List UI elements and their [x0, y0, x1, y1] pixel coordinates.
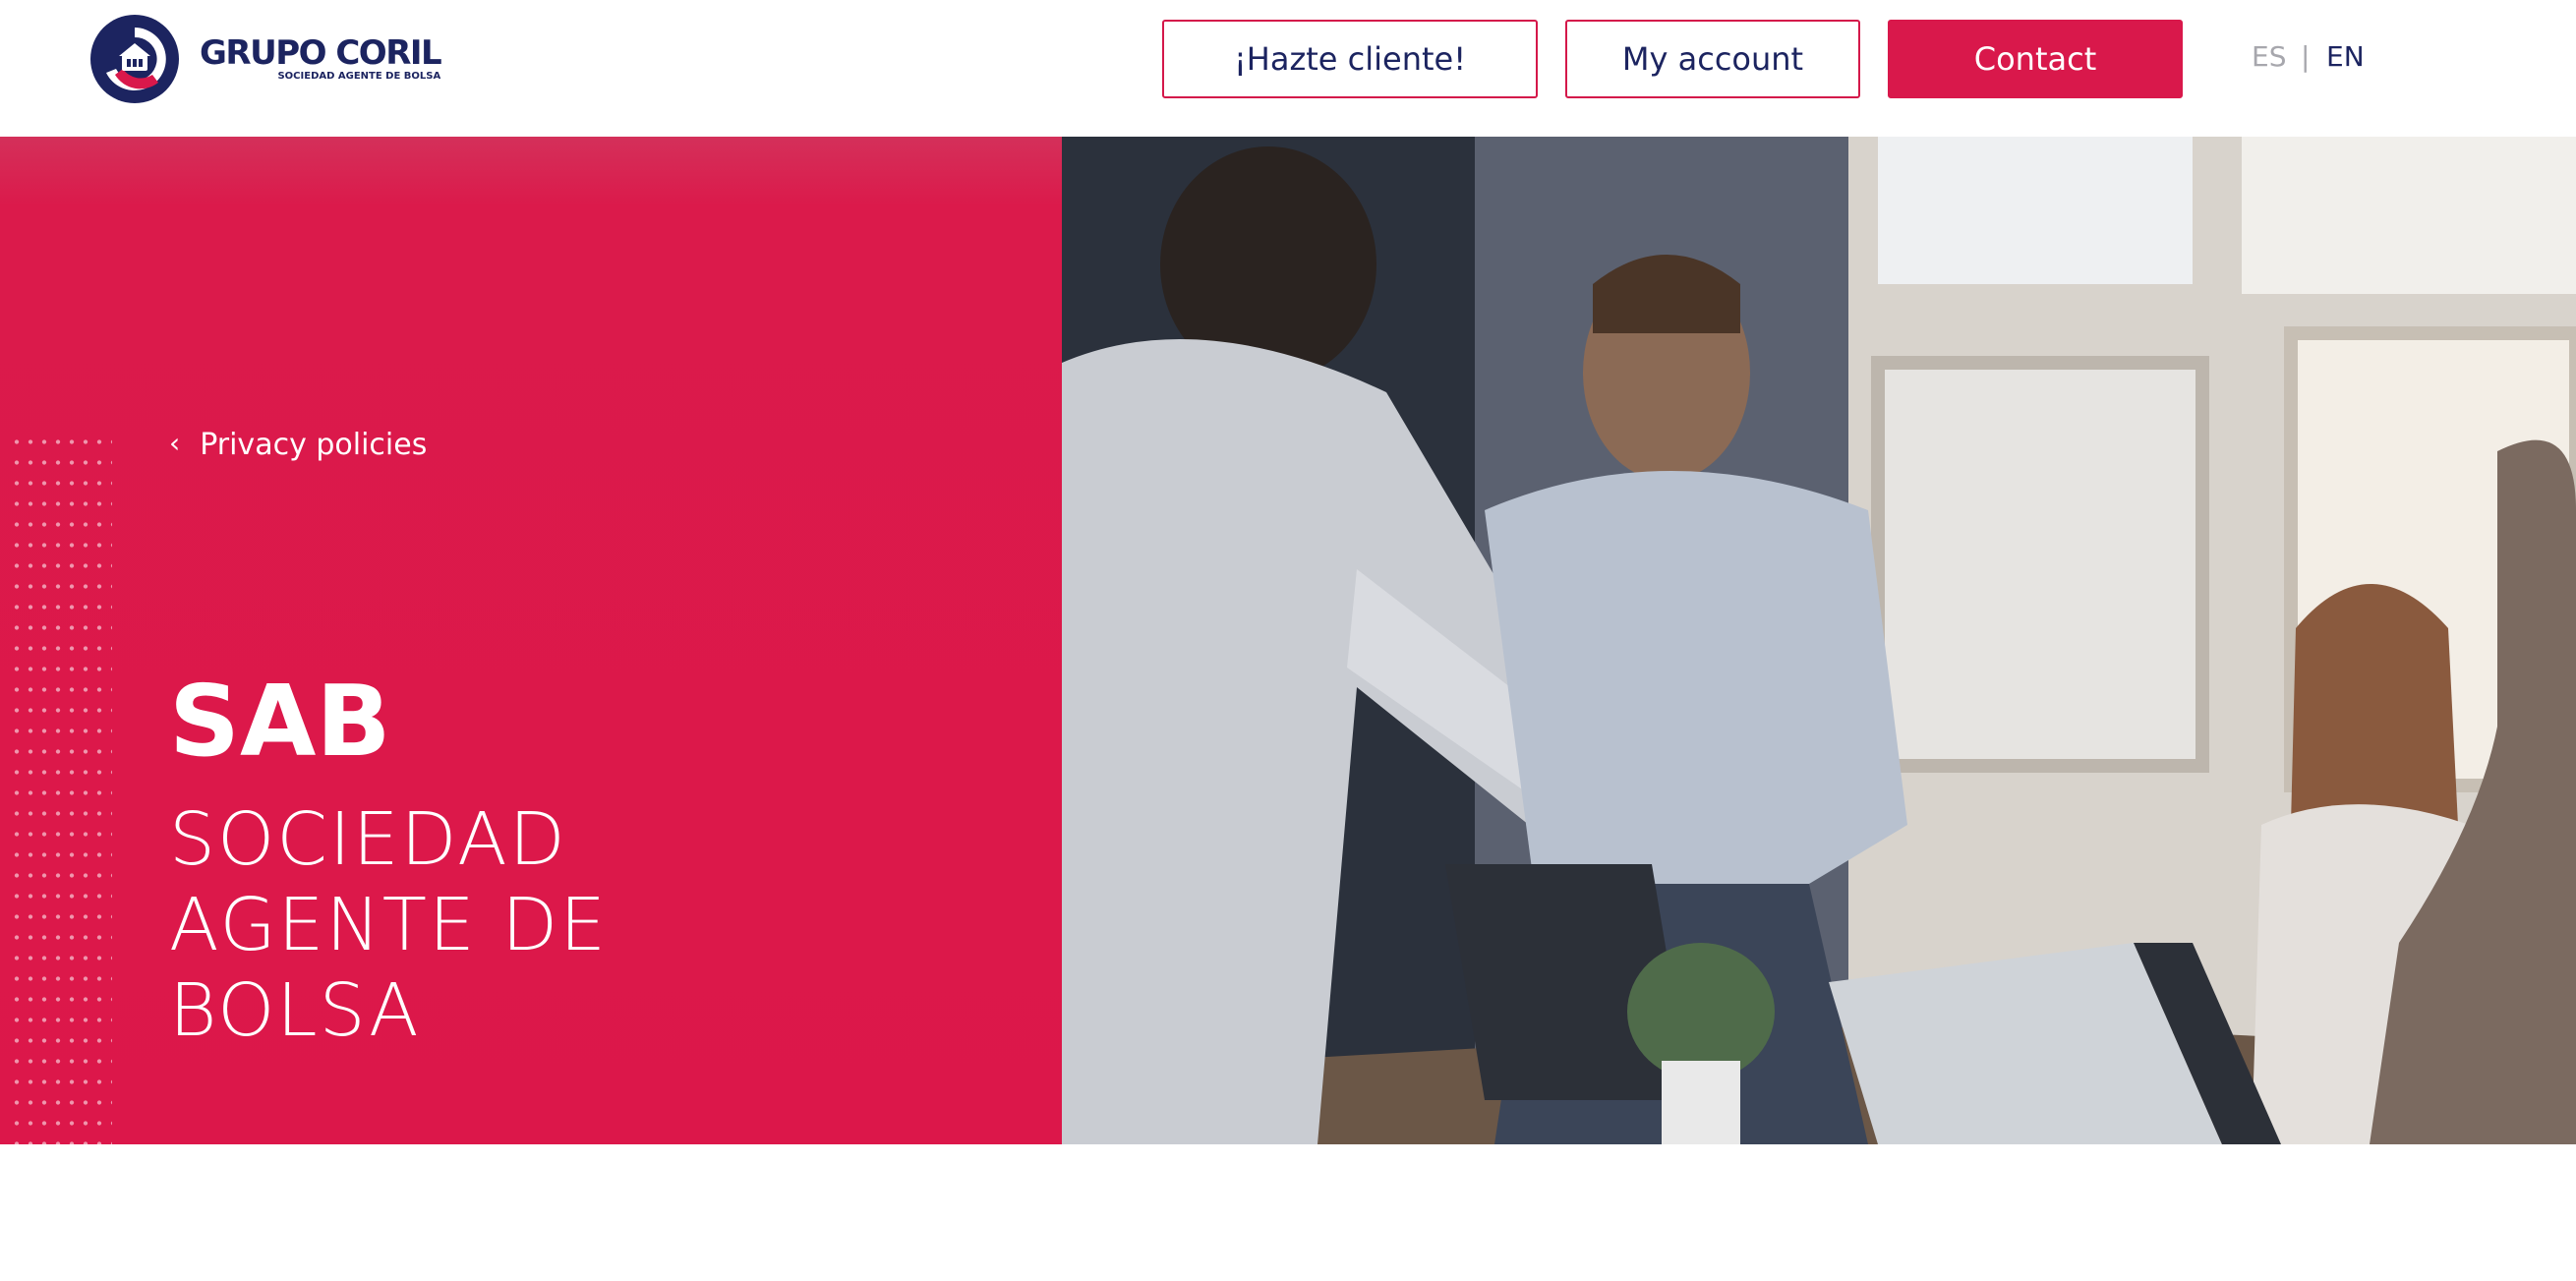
logo-text: GRUPO CORIL SOCIEDAD AGENTE DE BOLSA — [200, 33, 442, 83]
site-header: GRUPO CORIL SOCIEDAD AGENTE DE BOLSA ¡Ha… — [0, 0, 2576, 137]
breadcrumb-label: Privacy policies — [200, 428, 428, 462]
hazte-cliente-button[interactable]: ¡Hazte cliente! — [1162, 20, 1538, 98]
chevron-left-icon: ‹ — [169, 427, 181, 459]
logo-name: GRUPO CORIL — [200, 33, 442, 73]
language-es-link[interactable]: ES — [2252, 37, 2286, 77]
hero-subtitle-line: AGENTE DE — [169, 883, 608, 967]
language-separator: | — [2301, 40, 2311, 73]
contact-button[interactable]: Contact — [1888, 20, 2183, 98]
hero-subtitle-line: BOLSA — [169, 968, 421, 1053]
breadcrumb-privacy-policies[interactable]: ‹ Privacy policies — [169, 427, 428, 462]
dot-pattern-decoration — [10, 432, 112, 1281]
hero-panel: ‹ Privacy policies SAB SOCIEDAD AGENTE D… — [0, 137, 1062, 1281]
hero-title: SAB — [169, 664, 391, 779]
my-account-button[interactable]: My account — [1565, 20, 1860, 98]
hero-subtitle: SOCIEDAD AGENTE DE BOLSA — [169, 797, 857, 1054]
photo-illustration — [1062, 137, 2576, 1144]
language-en-link[interactable]: EN — [2326, 37, 2365, 77]
grupo-coril-logo[interactable]: GRUPO CORIL SOCIEDAD AGENTE DE BOLSA — [89, 14, 442, 104]
coril-emblem-icon — [90, 15, 179, 103]
hero-subtitle-line: SOCIEDAD — [169, 797, 567, 882]
business-handshake-photo — [1062, 137, 2576, 1144]
logo-tagline: SOCIEDAD AGENTE DE BOLSA — [277, 71, 441, 82]
